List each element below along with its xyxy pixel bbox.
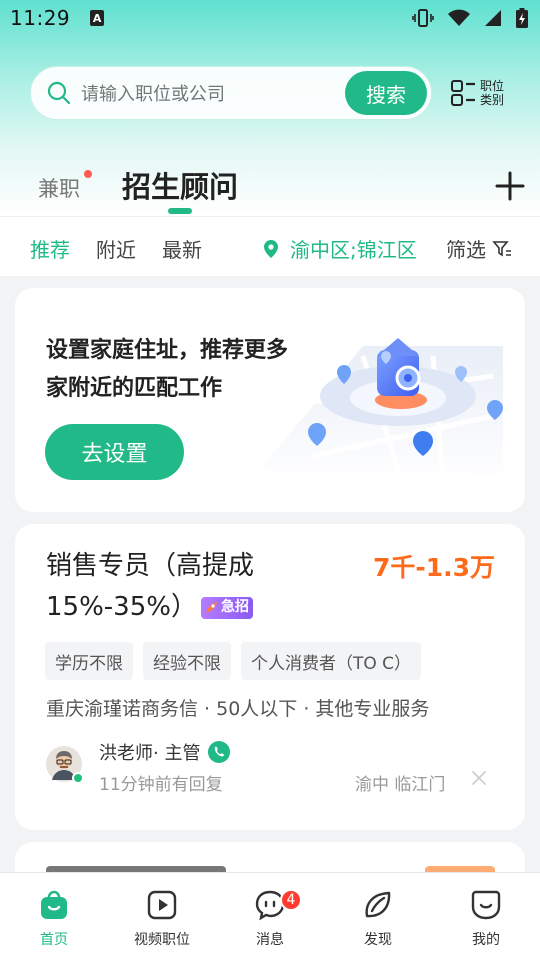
urgent-badge: 急招	[200, 596, 253, 619]
nav-profile-label: 我的	[472, 932, 500, 948]
filter-recommend[interactable]: 推荐	[30, 234, 70, 263]
nav-messages[interactable]: 4 消息	[216, 873, 324, 960]
tag-experience: 经验不限	[143, 642, 231, 680]
location-filter[interactable]: 渝中区;锦江区	[264, 234, 417, 263]
bottom-navigation: 首页 视频职位 4 消息 发现 我的	[0, 872, 540, 960]
wifi-icon	[448, 9, 470, 26]
status-bar: 11:29 A	[0, 0, 540, 36]
home-address-promo-card: 设置家庭住址，推荐更多家附近的匹配工作 去设置	[15, 288, 525, 512]
location-pin-icon	[264, 239, 278, 258]
discover-leaf-icon	[365, 891, 391, 918]
nav-home-label: 首页	[40, 932, 68, 948]
home-map-illustration	[263, 338, 503, 487]
tag-education: 学历不限	[45, 642, 133, 680]
recruiter-name: 洪老师· 主管	[99, 743, 201, 764]
profile-face-icon	[471, 890, 501, 920]
urgent-badge-text: 急招	[220, 599, 249, 615]
category-grid-icon	[451, 80, 475, 106]
job-category-button[interactable]: 职位类别	[450, 76, 514, 110]
close-icon[interactable]	[471, 770, 487, 786]
reply-time: 11分钟前有回复	[99, 775, 223, 795]
funnel-icon	[492, 240, 511, 256]
job-category-label: 职位类别	[480, 79, 505, 107]
filter-nearby[interactable]: 附近	[96, 234, 136, 263]
nav-home[interactable]: 首页	[0, 873, 108, 960]
notification-app-icon: A	[90, 10, 105, 26]
job-card[interactable]: 销售专员（高提成15%-35%） 急招 7千-1.3万 学历不限 经验不限 个人消…	[15, 524, 525, 830]
tab-part-time[interactable]: 兼职	[38, 173, 80, 203]
nav-video-jobs-label: 视频职位	[134, 932, 190, 948]
nav-video-jobs[interactable]: 视频职位	[108, 873, 216, 960]
messages-badge: 4	[280, 889, 302, 911]
search-icon	[47, 81, 71, 105]
search-button[interactable]: 搜索	[345, 71, 427, 115]
filter-bar: 推荐 附近 最新 渝中区;锦江区 筛选	[0, 216, 540, 276]
filter-latest[interactable]: 最新	[162, 234, 202, 263]
vibrate-icon	[412, 9, 434, 27]
video-play-icon	[147, 890, 177, 920]
nav-profile[interactable]: 我的	[432, 873, 540, 960]
avatar[interactable]	[46, 746, 84, 784]
screen-filter-button[interactable]: 筛选	[446, 234, 512, 263]
job-title: 销售专员（高提成15%-35%） 急招	[46, 546, 346, 628]
job-type-tabs: 兼职 招生顾问	[0, 160, 540, 216]
job-tags: 学历不限 经验不限 个人消费者（TO C）	[45, 642, 422, 680]
salary: 7千-1.3万	[372, 553, 495, 582]
active-tab-indicator	[168, 208, 192, 214]
tab-enrollment-consultant[interactable]: 招生顾问	[122, 164, 238, 206]
company-info: 重庆渝瑾诺商务信 · 50人以下 · 其他专业服务	[46, 698, 430, 720]
status-time: 11:29	[10, 6, 71, 30]
go-set-button[interactable]: 去设置	[45, 424, 184, 480]
nav-messages-label: 消息	[256, 932, 284, 948]
rocket-icon	[205, 601, 217, 613]
nav-discover[interactable]: 发现	[324, 873, 432, 960]
signal-icon	[485, 10, 501, 26]
search-bar[interactable]: 搜索	[30, 66, 432, 120]
nav-discover-label: 发现	[364, 932, 392, 948]
phone-icon[interactable]	[208, 741, 231, 763]
online-status-dot	[72, 772, 84, 784]
search-input[interactable]	[81, 80, 341, 108]
add-icon[interactable]	[494, 170, 526, 202]
recruiter-info: 洪老师· 主管	[99, 739, 231, 765]
location-text: 渝中区;锦江区	[290, 238, 417, 262]
screen-filter-label: 筛选	[446, 238, 486, 262]
job-location: 渝中 临江门	[355, 775, 446, 795]
tab-red-dot	[84, 170, 92, 178]
battery-charging-icon	[516, 8, 528, 28]
tag-customer-type: 个人消费者（TO C）	[241, 642, 422, 680]
home-bag-icon	[41, 890, 67, 919]
